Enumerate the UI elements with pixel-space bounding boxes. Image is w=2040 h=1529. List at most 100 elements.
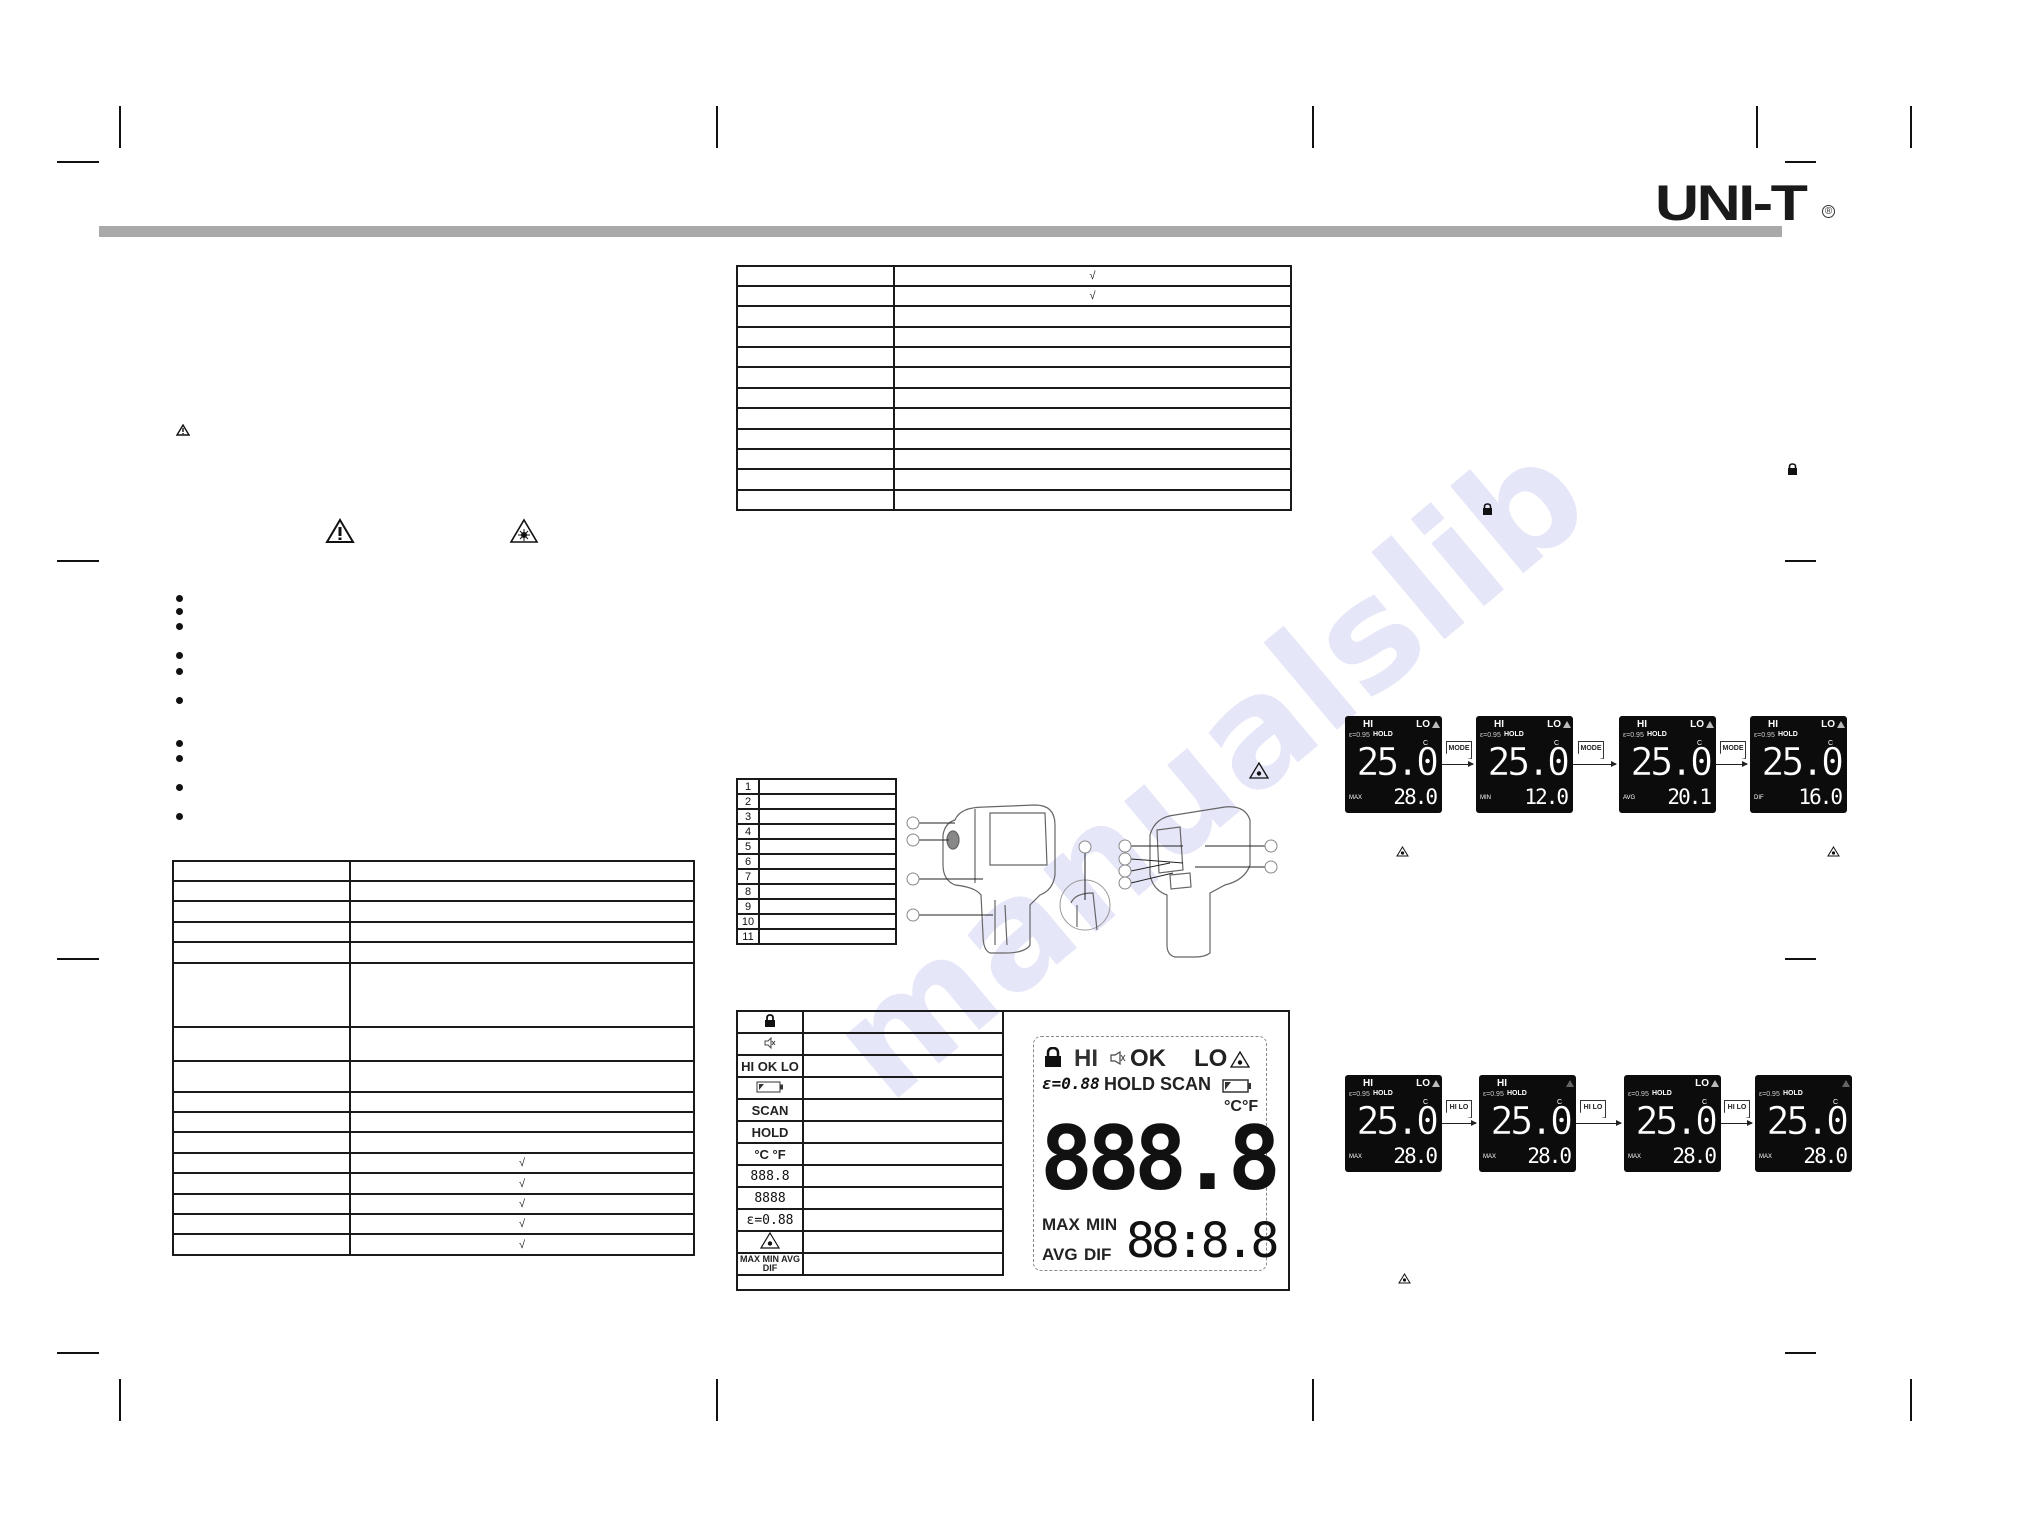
table-row: HOLD [736,1120,1004,1144]
spec-label-cell [172,1172,351,1195]
spec-label-cell [172,1193,351,1215]
crop-mark [716,106,718,148]
spec-label-cell [736,448,895,470]
laser-warning-icon [1827,846,1840,857]
table-row [736,489,1292,511]
part-description [758,793,897,810]
lcd-symbol-description [802,1164,1004,1188]
lcd-symbol-text: MAX MIN AVG DIF [736,1252,804,1276]
lcd-emissivity: ε=0.88 [1042,1074,1100,1093]
spec-label-cell [736,468,895,491]
crop-mark [1910,1379,1912,1421]
crop-mark [1312,106,1314,148]
laser-warning-icon [1249,762,1269,779]
laser-warning-icon [1837,721,1845,728]
lcd-main-reading: 25.0 [1635,1099,1718,1143]
spec-value-cell [349,900,695,923]
laser-warning-icon [1566,1080,1574,1087]
lcd-lo: LO [1547,719,1561,730]
mode-button-label: MODE [1720,741,1746,759]
laser-warning-icon [1842,1080,1850,1087]
lcd-symbol-table: HI OK LO SCAN HOLD °C °F 888.8 8888 ε=0.88 MAX … [736,1010,1004,1276]
lcd-hi: HI [1494,719,1504,730]
bullet [176,668,183,675]
table-row: 1 [736,778,897,795]
table-row: HI OK LO [736,1054,1004,1078]
lcd-main-reading: 25.0 [1630,740,1713,784]
lcd-hi: HI [1074,1045,1098,1072]
lcd-symbol-description [802,1252,1004,1276]
part-description [758,928,897,945]
lcd-symbol-description [802,1054,1004,1078]
laser-warning-icon [1398,1273,1411,1284]
lcd-main-reading: 25.0 [1490,1099,1573,1143]
table-row: √ [172,1172,695,1195]
crop-mark [1312,1379,1314,1421]
part-number: 11 [736,928,760,945]
spec-value-cell: √ [349,1233,695,1256]
lcd-main-reading: 25.0 [1766,1099,1849,1143]
table-row [172,941,695,964]
spec-label-cell [736,346,895,368]
spec-value-cell [893,489,1292,511]
table-row [736,448,1292,470]
lcd-hold: HOLD [1504,731,1524,738]
lcd-hold: HOLD [1778,731,1798,738]
spec-label-cell [172,1111,351,1133]
lcd-hold: HOLD [1647,731,1667,738]
lcd-screen: HI LO ε=0.95 HOLD C 25.0 AVG 20.1 [1619,716,1716,813]
lcd-lo: LO [1416,719,1430,730]
mode-button-label: MODE [1446,741,1472,759]
part-number: 8 [736,883,760,900]
battery-icon [736,1076,804,1100]
table-row [736,366,1292,389]
spec-label-cell [172,962,351,1028]
table-row [736,326,1292,348]
lcd-secondary-reading: 28.0 [1393,1144,1438,1168]
lcd-secondary-digits: 88:8.8 [1126,1213,1279,1269]
lcd-hold: HOLD [1507,1090,1527,1097]
lcd-emissivity: ε=0.95 [1759,1091,1780,1098]
lcd-symbol-description [802,1230,1004,1254]
lcd-display-diagram: HI OK LO ε=0.88 HOLD SCAN °C°F 888.8 MAX… [1033,1036,1281,1271]
lock-icon [1483,503,1492,515]
lock-icon [1045,1047,1061,1067]
lcd-hold: HOLD [1373,1090,1393,1097]
laser-warning-icon [1563,721,1571,728]
part-number: 1 [736,778,760,795]
lcd-mode: DIF [1754,795,1764,801]
lcd-hi: HI [1637,719,1647,730]
table-row: √ [172,1152,695,1174]
spec-label-cell [736,326,895,348]
lcd-mode: MAX [1483,1154,1497,1160]
spec-value-cell: √ [349,1213,695,1235]
lcd-screen: LO ε=0.95 HOLD C 25.0 MAX 28.0 [1624,1075,1721,1172]
spec-label-cell [172,880,351,902]
crop-mark [1910,106,1912,148]
mode-button-label: MODE [1578,741,1604,759]
bullet [176,623,183,630]
table-row [172,1111,695,1133]
lcd-mode-avg: AVG [1042,1245,1078,1264]
table-row [736,387,1292,409]
arrow [1576,1120,1622,1126]
bullet [176,595,183,602]
lcd-symbol-segment: 888.8 [736,1164,804,1188]
lcd-hi: HI [1768,719,1778,730]
part-number: 5 [736,838,760,855]
lcd-scan: SCAN [1160,1074,1212,1094]
lcd-lo: LO [1416,1078,1430,1089]
bullet [176,697,183,704]
crop-mark [1756,106,1758,148]
lcd-lo: LO [1821,719,1835,730]
part-description [758,853,897,870]
spec-value-cell [349,880,695,902]
lcd-hi: HI [1363,1078,1373,1089]
lcd-symbol-description [802,1010,1004,1034]
lcd-secondary-reading: 28.0 [1393,785,1438,809]
lcd-hold: HOLD [1783,1090,1803,1097]
table-row: 888.8 [736,1164,1004,1188]
part-description [758,883,897,900]
laser-warning-icon [1706,721,1714,728]
table-row [736,407,1292,430]
